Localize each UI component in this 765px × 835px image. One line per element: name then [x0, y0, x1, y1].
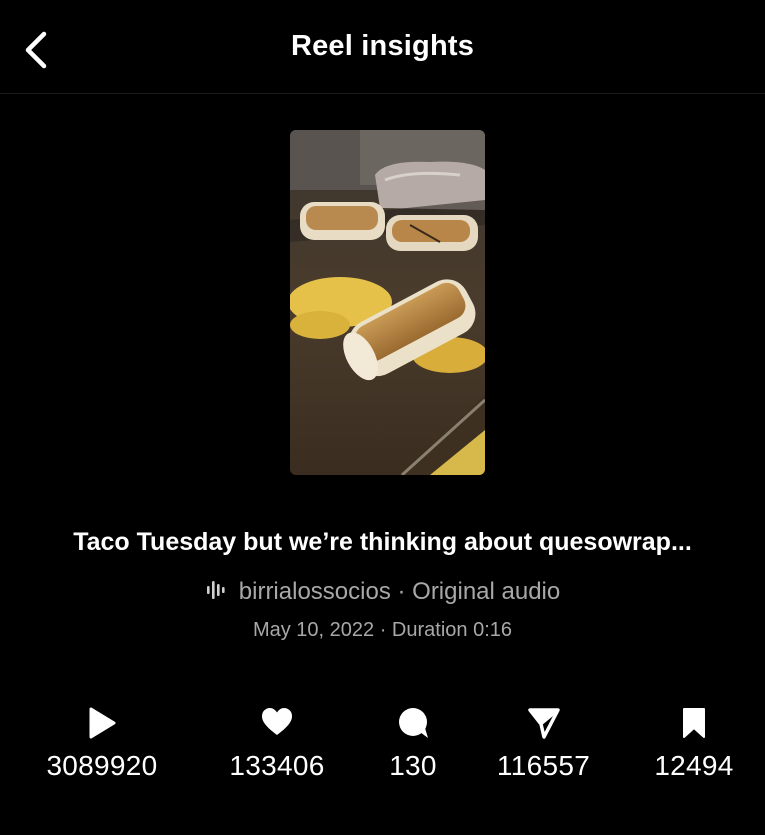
audio-info[interactable]: birrialossocios · Original audio [0, 578, 765, 608]
page-title: Reel insights [290, 30, 475, 62]
heart-icon [217, 706, 337, 740]
comments-count: 130 [389, 750, 437, 781]
shares-count: 116557 [496, 750, 591, 781]
plays-count: 3089920 [46, 750, 158, 781]
stat-plays: 3089920 [32, 706, 172, 782]
reel-thumbnail-image [290, 130, 485, 475]
audio-waveform-icon [205, 579, 231, 608]
comment-icon [378, 706, 448, 740]
play-icon [32, 706, 172, 740]
header: Reel insights [0, 0, 765, 94]
reel-caption: Taco Tuesday but we’re thinking about qu… [73, 528, 692, 556]
saves-count: 12494 [654, 750, 734, 781]
bookmark-icon [644, 706, 744, 740]
stat-likes: 133406 [217, 706, 337, 782]
share-icon [486, 706, 601, 740]
audio-label: birrialossocios · Original audio [238, 578, 561, 605]
stat-shares: 116557 [486, 706, 601, 782]
date-duration: May 10, 2022 · Duration 0:16 [252, 619, 513, 641]
stat-saves: 12494 [644, 706, 744, 782]
reel-thumbnail[interactable] [290, 130, 485, 475]
stat-comments: 130 [378, 706, 448, 782]
likes-count: 133406 [229, 750, 325, 781]
